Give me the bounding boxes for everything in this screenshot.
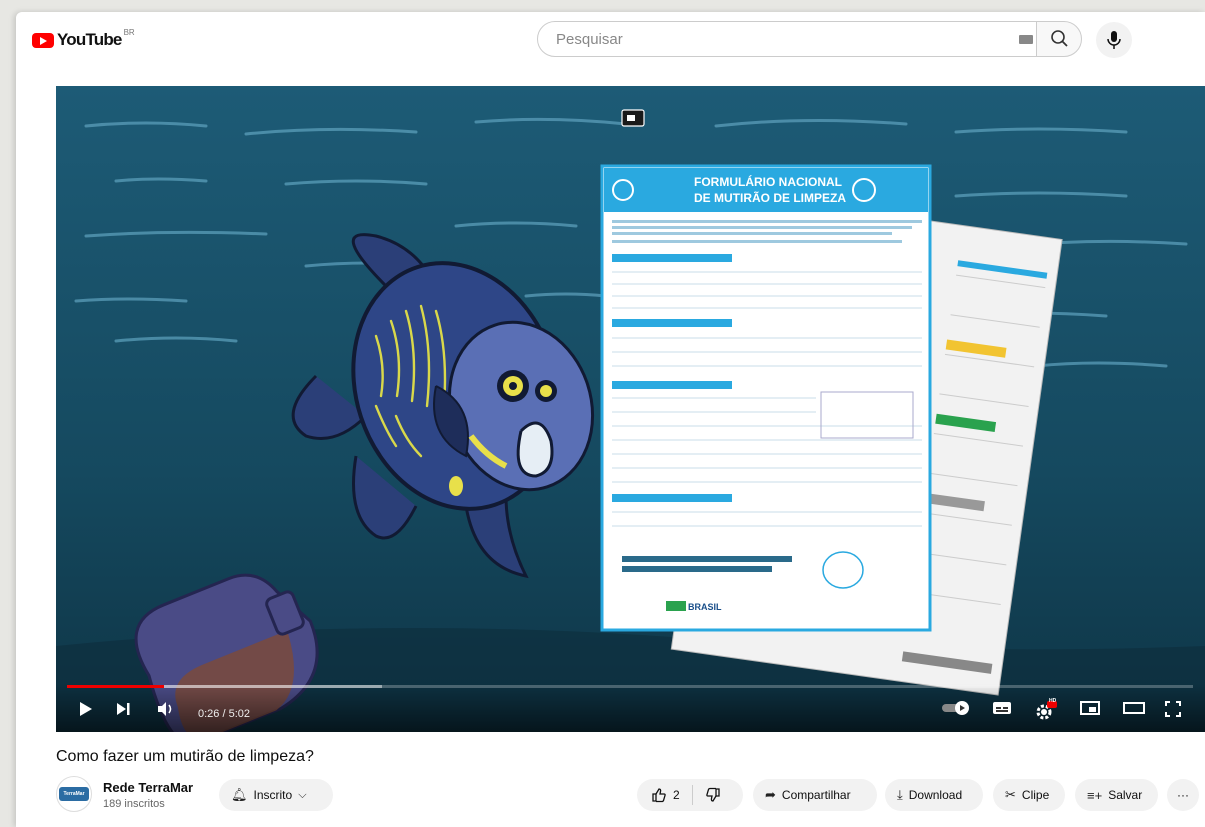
autoplay-toggle-icon (942, 701, 969, 715)
country-code: BR (123, 27, 135, 37)
form-brand: BRASIL (688, 602, 722, 612)
video-frame: FORMULÁRIO NACIONAL DE MUTIRÃO DE LIMPEZ… (56, 86, 1205, 732)
download-label: Download (908, 788, 963, 802)
like-count: 2 (673, 788, 680, 802)
video-player[interactable]: FORMULÁRIO NACIONAL DE MUTIRÃO DE LIMPEZ… (56, 86, 1205, 732)
fullscreen-button[interactable] (1164, 700, 1188, 724)
share-label: Compartilhar (781, 788, 851, 802)
chevron-down-icon: ⌵ (298, 788, 307, 801)
progress-played (67, 685, 164, 688)
theater-icon (1123, 702, 1145, 714)
like-button[interactable]: 2 (637, 785, 693, 805)
subscribe-button[interactable]: 🔔︎ Inscrito ⌵ (219, 779, 333, 811)
subscriber-count: 189 inscritos (103, 798, 165, 810)
volume-icon (158, 702, 172, 716)
microphone-icon (1107, 31, 1121, 49)
download-button[interactable]: ⤓ Download (885, 779, 983, 811)
download-icon: ⤓ (897, 787, 903, 802)
channel-name[interactable]: Rede TerraMar (103, 780, 193, 795)
miniplayer-exit-icon[interactable] (621, 109, 645, 127)
youtube-logo[interactable]: YouTube BR (32, 27, 135, 50)
like-dislike-group: 2 (637, 779, 743, 811)
play-icon (80, 702, 92, 716)
hd-badge: HD (1049, 698, 1057, 704)
more-icon: ··· (1177, 788, 1189, 802)
voice-search-button[interactable] (1096, 22, 1132, 58)
share-icon: ➦ (765, 787, 776, 802)
logo-text: YouTube (57, 30, 122, 49)
search-input[interactable] (554, 29, 978, 49)
bell-icon: 🔔︎ (231, 787, 248, 802)
video-title: Como fazer um mutirão de limpeza? (56, 748, 314, 765)
search-box[interactable] (537, 21, 1048, 57)
save-button[interactable]: ≡+ Salvar (1075, 779, 1158, 811)
subtitles-icon (993, 702, 1011, 714)
avatar-text: TerraMar (59, 787, 89, 801)
settings-button[interactable]: HD (1034, 698, 1062, 724)
progress-bar[interactable] (67, 685, 1193, 688)
next-button[interactable] (114, 700, 138, 724)
time-display: 0:26 / 5:02 (198, 708, 250, 720)
clip-label: Clipe (1021, 788, 1050, 802)
fullscreen-icon (1165, 701, 1181, 717)
subtitles-button[interactable] (992, 700, 1016, 724)
search-button[interactable] (1036, 21, 1082, 57)
subscribe-label: Inscrito (253, 788, 293, 802)
thumbs-up-icon (652, 788, 666, 803)
theater-mode-button[interactable] (1122, 700, 1148, 724)
miniplayer-button[interactable] (1080, 700, 1104, 724)
volume-button[interactable] (156, 700, 180, 724)
autoplay-toggle[interactable] (940, 700, 974, 724)
next-icon (117, 703, 130, 715)
scissors-icon: ✂ (1005, 787, 1016, 802)
form-title-line1: FORMULÁRIO NACIONAL (694, 174, 842, 189)
search-icon (1051, 30, 1068, 47)
dislike-button[interactable] (693, 787, 733, 803)
thumbs-down-icon (705, 787, 720, 802)
form-title-line2: DE MUTIRÃO DE LIMPEZA (694, 190, 846, 205)
save-label: Salvar (1108, 788, 1143, 802)
keyboard-icon[interactable] (1019, 35, 1033, 44)
browser-window: YouTube BR Pesquisar FORMULÁRIO NACIONAL… (16, 12, 1205, 827)
youtube-play-icon (32, 32, 54, 48)
play-button[interactable] (76, 700, 100, 724)
share-button[interactable]: ➦ Compartilhar (753, 779, 877, 811)
more-actions-button[interactable]: ··· (1167, 779, 1199, 811)
clip-button[interactable]: ✂ Clipe (993, 779, 1065, 811)
channel-avatar[interactable]: TerraMar (56, 776, 92, 812)
form-front-page: FORMULÁRIO NACIONAL DE MUTIRÃO DE LIMPEZ… (600, 164, 932, 632)
miniplayer-icon (1080, 701, 1100, 715)
playlist-add-icon: ≡+ (1087, 787, 1103, 803)
